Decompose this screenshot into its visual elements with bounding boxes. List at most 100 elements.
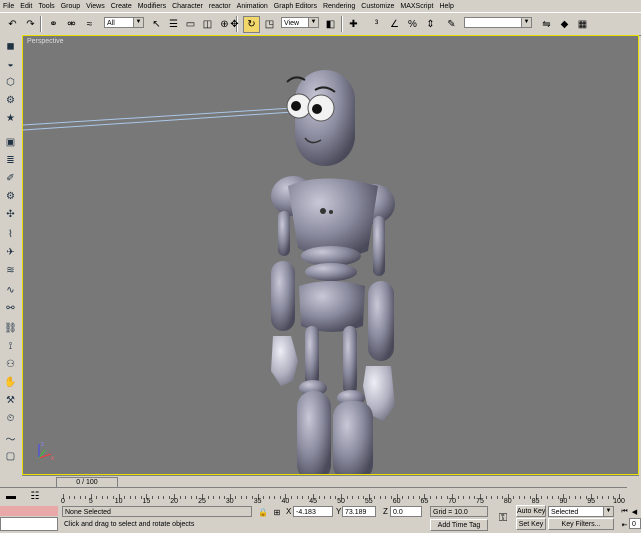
angle-snap-icon[interactable]: ∠ bbox=[386, 16, 403, 33]
timeline-tick bbox=[274, 496, 276, 499]
reference-coord-dropdown[interactable]: View ▼ bbox=[281, 17, 319, 28]
lock-icon[interactable]: 🔒 bbox=[256, 505, 270, 519]
create-icon[interactable]: ◼ bbox=[3, 39, 18, 53]
character-head[interactable] bbox=[286, 70, 355, 166]
bind-space-warp-icon[interactable]: ≈ bbox=[81, 16, 98, 33]
perspective-viewport[interactable]: Perspective z x bbox=[22, 35, 639, 475]
key-filters-button[interactable]: Key Filters... bbox=[548, 518, 614, 530]
previous-frame-icon[interactable]: ◀ bbox=[629, 505, 640, 518]
menu-item-create[interactable]: Create bbox=[108, 3, 135, 10]
timeline-tick bbox=[441, 496, 443, 499]
chain-icon[interactable]: ⛓ bbox=[3, 321, 18, 335]
square-icon[interactable]: ▢ bbox=[3, 449, 18, 463]
menu-item-tools[interactable]: Tools bbox=[35, 3, 57, 10]
maxscript-listener-white[interactable] bbox=[0, 517, 58, 531]
timeline-tick bbox=[68, 496, 70, 499]
selection-filter-dropdown[interactable]: All ▼ bbox=[104, 17, 144, 28]
timeline-tick bbox=[457, 496, 459, 499]
snap-toggle-icon[interactable]: ³ bbox=[368, 16, 385, 33]
x-coord-field[interactable]: -4.183 bbox=[293, 506, 333, 517]
pivot-center-icon[interactable]: ◧ bbox=[322, 16, 339, 33]
dash-icon[interactable]: 〜 bbox=[3, 431, 18, 446]
menu-item-reactor[interactable]: reactor bbox=[206, 3, 234, 10]
select-and-link-icon[interactable]: ⚭ bbox=[45, 16, 62, 33]
layer-manager-icon[interactable]: ▦ bbox=[574, 16, 591, 33]
x-label: X bbox=[286, 507, 292, 516]
motion-icon[interactable]: ⚙ bbox=[3, 93, 18, 107]
wave-icon[interactable]: ∿ bbox=[3, 283, 18, 297]
timeline-tick bbox=[190, 496, 192, 499]
select-and-move-icon[interactable]: ✥ bbox=[226, 16, 243, 33]
timeline-tick bbox=[185, 496, 187, 499]
reference-coord-value: View bbox=[284, 20, 300, 27]
filter-icon[interactable]: ☷ bbox=[28, 489, 42, 503]
menu-item-edit[interactable]: Edit bbox=[17, 3, 35, 10]
select-object-icon[interactable]: ↖ bbox=[148, 16, 165, 33]
character-left-leg[interactable] bbox=[297, 326, 331, 475]
character-left-arm[interactable] bbox=[271, 211, 298, 386]
maxscript-listener-pink[interactable] bbox=[0, 506, 58, 516]
undo-icon[interactable]: ↶ bbox=[4, 16, 21, 33]
menu-item-file[interactable]: File bbox=[0, 3, 17, 10]
set-key-icon[interactable]: ⚿ bbox=[492, 510, 514, 526]
modify-icon[interactable]: ◒ bbox=[3, 57, 18, 71]
set-key-button[interactable]: Set Key bbox=[516, 518, 546, 530]
track-bar[interactable]: 0 5 10 15 20 25 30 35 40 45 50 55 60 65 70 75 80 85 90 95 10… bbox=[55, 487, 627, 505]
menu-item-animation[interactable]: Animation bbox=[234, 3, 271, 10]
named-selection-dropdown[interactable]: ▼ bbox=[464, 17, 532, 28]
timeline-tick bbox=[290, 496, 292, 499]
plane-icon[interactable]: ✈ bbox=[3, 245, 18, 259]
auto-key-button[interactable]: Auto Key bbox=[516, 505, 546, 517]
y-coord-field[interactable]: 73.189 bbox=[342, 506, 376, 517]
selection-status: None Selected bbox=[62, 506, 252, 517]
box-icon[interactable]: ▣ bbox=[3, 135, 18, 149]
display-icon[interactable]: ★ bbox=[3, 111, 18, 125]
gear-icon[interactable]: ⚙ bbox=[3, 189, 18, 203]
clock-icon[interactable]: ⏲ bbox=[3, 411, 18, 425]
layers-icon[interactable]: ≣ bbox=[3, 153, 18, 167]
align-icon[interactable]: ◆ bbox=[556, 16, 573, 33]
menu-item-maxscript[interactable]: MAXScript bbox=[397, 3, 436, 10]
link-icon[interactable]: ⚯ bbox=[3, 301, 18, 315]
z-coord-field[interactable]: 0.0 bbox=[390, 506, 422, 517]
select-by-name-icon[interactable]: ☰ bbox=[165, 16, 182, 33]
menu-item-modifiers[interactable]: Modifiers bbox=[135, 3, 169, 10]
named-selection-icon[interactable]: ✎ bbox=[443, 16, 460, 33]
window-crossing-icon[interactable]: ◫ bbox=[199, 16, 216, 33]
menu-item-group[interactable]: Group bbox=[58, 3, 83, 10]
light-lines bbox=[23, 107, 294, 131]
hierarchy-icon[interactable]: ⬡ bbox=[3, 75, 18, 89]
timeline-tick bbox=[79, 496, 81, 499]
figure-icon[interactable]: ⚇ bbox=[3, 357, 18, 371]
brush-icon[interactable]: ✐ bbox=[3, 171, 18, 185]
wave-icon[interactable]: ≋ bbox=[3, 263, 18, 277]
wrench-icon[interactable]: ⚒ bbox=[3, 393, 18, 407]
timeline-tick bbox=[429, 496, 431, 499]
menu-item-help[interactable]: Help bbox=[436, 3, 456, 10]
menu-item-graph-editors[interactable]: Graph Editors bbox=[271, 3, 320, 10]
menu-item-character[interactable]: Character bbox=[169, 3, 206, 10]
percent-snap-icon[interactable]: % bbox=[404, 16, 421, 33]
unlink-icon[interactable]: ⚮ bbox=[63, 16, 80, 33]
menu-bar: File Edit Tools Group Views Create Modifiers Ch… bbox=[0, 0, 641, 12]
absolute-mode-icon[interactable]: ⊞ bbox=[270, 505, 284, 519]
redo-icon[interactable]: ↷ bbox=[22, 16, 39, 33]
add-time-tag-button[interactable]: Add Time Tag bbox=[430, 519, 488, 531]
mini-curve-editor-icon[interactable]: ▬ bbox=[4, 489, 18, 503]
key-mode-dropdown[interactable]: Selected ▼ bbox=[548, 506, 614, 517]
select-and-rotate-icon[interactable]: ↻ bbox=[243, 16, 260, 33]
select-and-manipulate-icon[interactable]: ✚ bbox=[345, 16, 362, 33]
menu-item-rendering[interactable]: Rendering bbox=[320, 3, 358, 10]
select-and-scale-icon[interactable]: ◳ bbox=[261, 16, 278, 33]
settings-icon[interactable]: ✣ bbox=[3, 207, 18, 221]
menu-item-customize[interactable]: Customize bbox=[358, 3, 397, 10]
hand-icon[interactable]: ✋ bbox=[3, 375, 18, 389]
spinner-snap-icon[interactable]: ⇕ bbox=[422, 16, 439, 33]
current-frame-field[interactable]: 0 bbox=[629, 518, 641, 529]
mirror-icon[interactable]: ⇋ bbox=[538, 16, 555, 33]
bone-icon[interactable]: ⟟ bbox=[3, 339, 18, 353]
rectangular-selection-icon[interactable]: ▭ bbox=[182, 16, 199, 33]
wand-icon[interactable]: ⌇ bbox=[3, 227, 18, 241]
menu-item-views[interactable]: Views bbox=[83, 3, 108, 10]
timeline-tick bbox=[135, 496, 137, 499]
